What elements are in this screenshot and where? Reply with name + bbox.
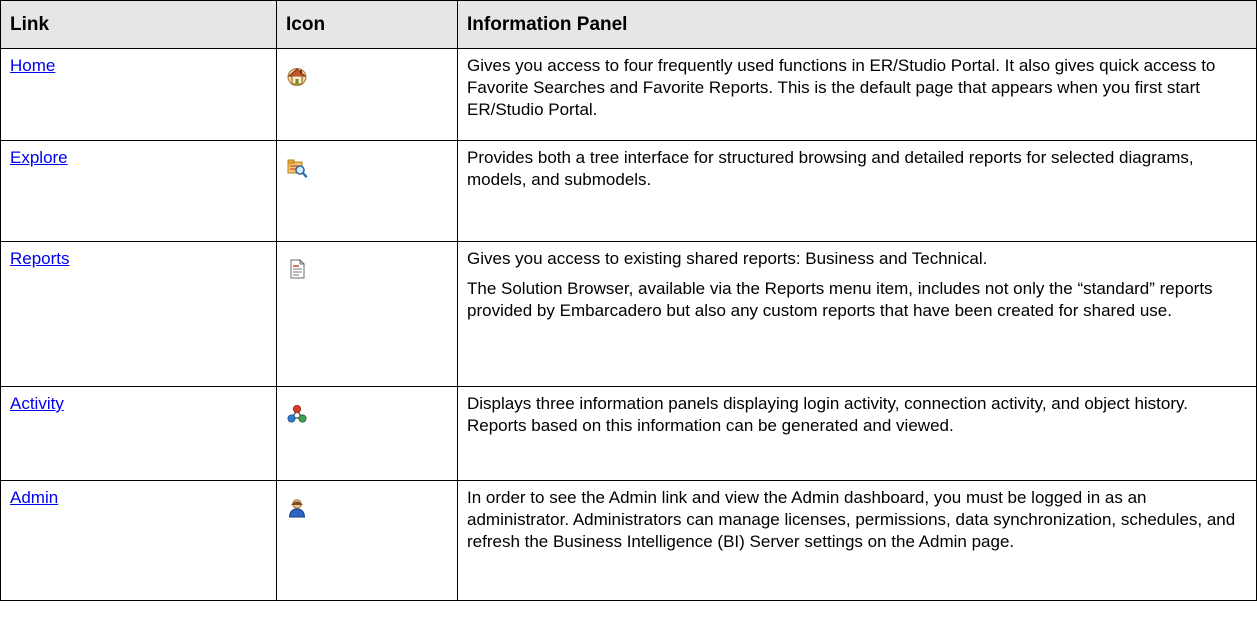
table-row-admin: Admin In order to see the Admin link and…	[0, 480, 1257, 601]
link-cell: Explore	[0, 140, 277, 242]
table-row-reports: Reports Gives you access to existing sha…	[0, 241, 1257, 387]
explore-link[interactable]: Explore	[10, 148, 68, 167]
activity-link[interactable]: Activity	[10, 394, 64, 413]
activity-icon	[286, 403, 308, 425]
info-text: In order to see the Admin link and view …	[467, 488, 1236, 551]
info-text: Displays three information panels displa…	[467, 394, 1188, 435]
icon-cell	[276, 241, 458, 387]
icon-cell	[276, 140, 458, 242]
table-row-activity: Activity Displays three information pane…	[0, 386, 1257, 481]
reports-link[interactable]: Reports	[10, 249, 70, 268]
info-text: Gives you access to existing shared repo…	[467, 249, 988, 268]
table-row-home: Home Gives you access to four frequently…	[0, 48, 1257, 141]
link-cell: Admin	[0, 480, 277, 601]
link-cell: Activity	[0, 386, 277, 481]
info-cell: In order to see the Admin link and view …	[457, 480, 1257, 601]
info-text: Gives you access to four frequently used…	[467, 56, 1216, 119]
info-cell: Gives you access to four frequently used…	[457, 48, 1257, 141]
reports-icon	[286, 258, 308, 280]
explore-icon	[286, 157, 308, 179]
table-header-row: Link Icon Information Panel	[0, 0, 1257, 49]
info-cell: Displays three information panels displa…	[457, 386, 1257, 481]
icon-cell	[276, 48, 458, 141]
header-icon: Icon	[276, 0, 458, 49]
icon-cell	[276, 386, 458, 481]
link-cell: Reports	[0, 241, 277, 387]
links-table: Link Icon Information Panel Home Gives y…	[0, 0, 1257, 601]
info-cell: Provides both a tree interface for struc…	[457, 140, 1257, 242]
icon-cell	[276, 480, 458, 601]
header-link: Link	[0, 0, 277, 49]
admin-link[interactable]: Admin	[10, 488, 58, 507]
table-row-explore: Explore Provides both a tree interface f…	[0, 140, 1257, 242]
home-icon	[286, 65, 308, 87]
header-info: Information Panel	[457, 0, 1257, 49]
admin-icon	[286, 497, 308, 519]
home-link[interactable]: Home	[10, 56, 55, 75]
link-cell: Home	[0, 48, 277, 141]
info-cell: Gives you access to existing shared repo…	[457, 241, 1257, 387]
info-text: The Solution Browser, available via the …	[467, 279, 1213, 320]
info-text: Provides both a tree interface for struc…	[467, 148, 1194, 189]
